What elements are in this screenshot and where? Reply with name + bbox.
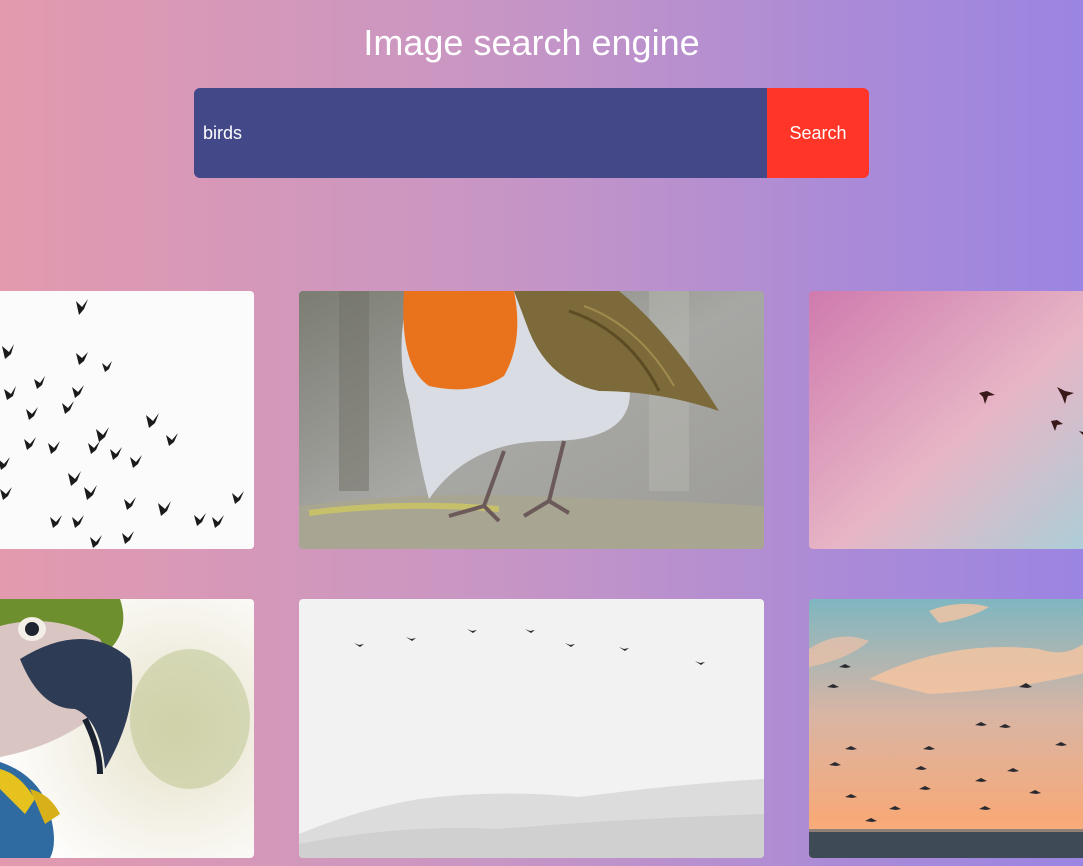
robin-image — [299, 291, 764, 549]
result-image-flock[interactable] — [0, 291, 254, 549]
sunset-sea-image — [809, 599, 1083, 858]
misty-mountains-image — [299, 599, 764, 858]
macaw-image — [0, 599, 254, 858]
search-input[interactable] — [194, 88, 767, 178]
pink-sky-image — [809, 291, 1083, 549]
result-image-pink-sky[interactable] — [809, 291, 1083, 549]
result-image-robin[interactable] — [299, 291, 764, 549]
search-button[interactable]: Search — [767, 88, 869, 178]
result-image-macaw[interactable] — [0, 599, 254, 858]
flock-image — [0, 291, 254, 549]
result-image-misty-mountains[interactable] — [299, 599, 764, 858]
result-image-sunset-sea[interactable] — [809, 599, 1083, 858]
page-title: Image search engine — [363, 22, 700, 63]
search-form: Search — [194, 88, 869, 178]
